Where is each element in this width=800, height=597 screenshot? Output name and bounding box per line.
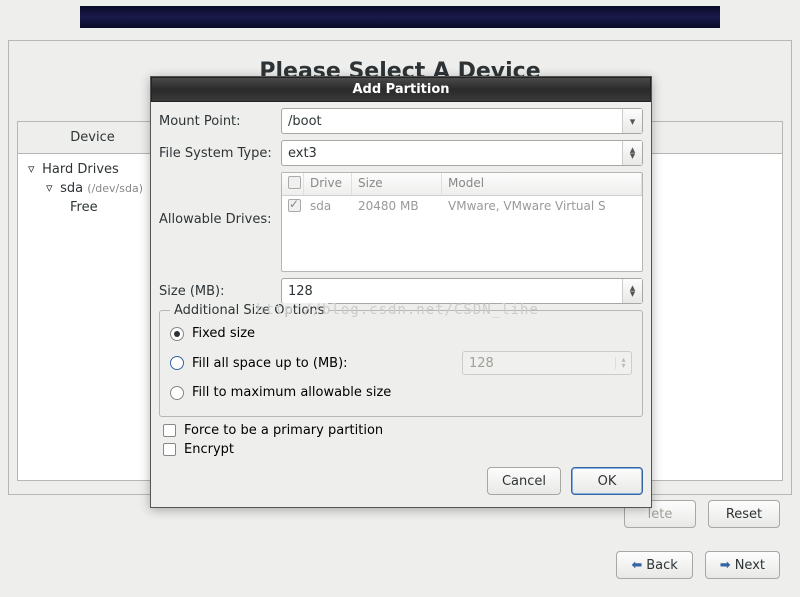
column-check[interactable] bbox=[282, 173, 304, 195]
drive-row-sda[interactable]: sda 20480 MB VMware, VMware Virtual S bbox=[282, 196, 642, 218]
column-drive[interactable]: Drive bbox=[304, 173, 352, 195]
allowable-drives-row: Allowable Drives: Drive Size Model sda 2… bbox=[159, 172, 643, 272]
fill-up-to-option[interactable]: Fill all space up to (MB): 128 ▴▾ bbox=[170, 351, 632, 375]
mount-point-row: Mount Point: /boot ▾ bbox=[159, 108, 643, 134]
spinner-updown-icon[interactable]: ▴▾ bbox=[622, 279, 642, 303]
radio-icon[interactable] bbox=[170, 356, 184, 370]
force-primary-label: Force to be a primary partition bbox=[184, 423, 383, 438]
chevron-down-icon[interactable] bbox=[28, 162, 38, 177]
chevron-down-icon[interactable] bbox=[46, 181, 56, 196]
wizard-nav: ⬅ Back ➡ Next bbox=[616, 551, 780, 579]
radio-selected-icon[interactable] bbox=[170, 327, 184, 341]
encrypt-label: Encrypt bbox=[184, 442, 234, 457]
add-partition-dialog: Add Partition Mount Point: /boot ▾ File … bbox=[150, 76, 652, 508]
dialog-titlebar[interactable]: Add Partition bbox=[151, 77, 651, 102]
column-size[interactable]: Size bbox=[352, 173, 442, 195]
checkbox-icon[interactable] bbox=[288, 176, 301, 189]
size-spinner[interactable]: 128 ▴▾ bbox=[281, 278, 643, 304]
fill-up-to-spinner: 128 ▴▾ bbox=[462, 351, 632, 375]
mount-point-label: Mount Point: bbox=[159, 114, 281, 129]
size-value[interactable]: 128 bbox=[282, 279, 622, 303]
mount-point-value[interactable]: /boot bbox=[282, 109, 622, 133]
fill-max-option[interactable]: Fill to maximum allowable size bbox=[170, 385, 632, 400]
next-label: Next bbox=[735, 558, 765, 573]
tree-label-drive: sda bbox=[60, 181, 83, 196]
checkbox-icon[interactable] bbox=[163, 424, 176, 437]
spinner-updown-icon: ▴▾ bbox=[615, 357, 631, 369]
drive-row-size: 20480 MB bbox=[352, 196, 442, 218]
ok-button[interactable]: OK bbox=[571, 467, 643, 495]
fs-type-value[interactable]: ext3 bbox=[282, 141, 622, 165]
back-button[interactable]: ⬅ Back bbox=[616, 551, 692, 579]
size-row: Size (MB): 128 ▴▾ bbox=[159, 278, 643, 304]
allowable-drives-label: Allowable Drives: bbox=[159, 172, 281, 227]
arrow-right-icon: ➡ bbox=[720, 558, 731, 573]
fs-type-label: File System Type: bbox=[159, 146, 281, 161]
dialog-actions: Cancel OK bbox=[159, 461, 643, 497]
mount-point-combo[interactable]: /boot ▾ bbox=[281, 108, 643, 134]
size-label: Size (MB): bbox=[159, 284, 281, 299]
drive-row-model: VMware, VMware Virtual S bbox=[442, 196, 642, 218]
updown-icon[interactable]: ▴▾ bbox=[622, 141, 642, 165]
column-device[interactable]: Device bbox=[18, 122, 168, 153]
back-label: Back bbox=[646, 558, 678, 573]
additional-size-fieldset: Additional Size Options Fixed size Fill … bbox=[159, 310, 643, 417]
watermark-text: http://blog.csdn.net/CSDN_lihe bbox=[256, 302, 539, 318]
tree-label-drive-path: (/dev/sda) bbox=[87, 182, 143, 195]
fill-up-to-value: 128 bbox=[463, 356, 615, 371]
radio-icon[interactable] bbox=[170, 386, 184, 400]
allowable-drives-list[interactable]: Drive Size Model sda 20480 MB VMware, VM… bbox=[281, 172, 643, 272]
force-primary-option[interactable]: Force to be a primary partition bbox=[163, 423, 643, 438]
fill-max-label: Fill to maximum allowable size bbox=[192, 385, 391, 400]
fs-type-row: File System Type: ext3 ▴▾ bbox=[159, 140, 643, 166]
chevron-down-icon[interactable]: ▾ bbox=[622, 109, 642, 133]
tree-label-free: Free bbox=[70, 200, 98, 215]
next-button[interactable]: ➡ Next bbox=[705, 551, 780, 579]
encrypt-option[interactable]: Encrypt bbox=[163, 442, 643, 457]
top-banner bbox=[80, 6, 720, 28]
fill-up-to-label: Fill all space up to (MB): bbox=[192, 356, 348, 371]
drive-row-name: sda bbox=[304, 196, 352, 218]
tree-label-hard-drives: Hard Drives bbox=[42, 162, 119, 177]
checkbox-icon[interactable] bbox=[163, 443, 176, 456]
fixed-size-label: Fixed size bbox=[192, 326, 255, 341]
arrow-left-icon: ⬅ bbox=[631, 558, 642, 573]
checkbox-checked-icon[interactable] bbox=[288, 199, 301, 212]
fixed-size-option[interactable]: Fixed size bbox=[170, 326, 632, 341]
reset-button[interactable]: Reset bbox=[708, 500, 780, 528]
column-model[interactable]: Model bbox=[442, 173, 642, 195]
cancel-button[interactable]: Cancel bbox=[487, 467, 561, 495]
fs-type-combo[interactable]: ext3 ▴▾ bbox=[281, 140, 643, 166]
drive-list-header: Drive Size Model bbox=[282, 173, 642, 196]
